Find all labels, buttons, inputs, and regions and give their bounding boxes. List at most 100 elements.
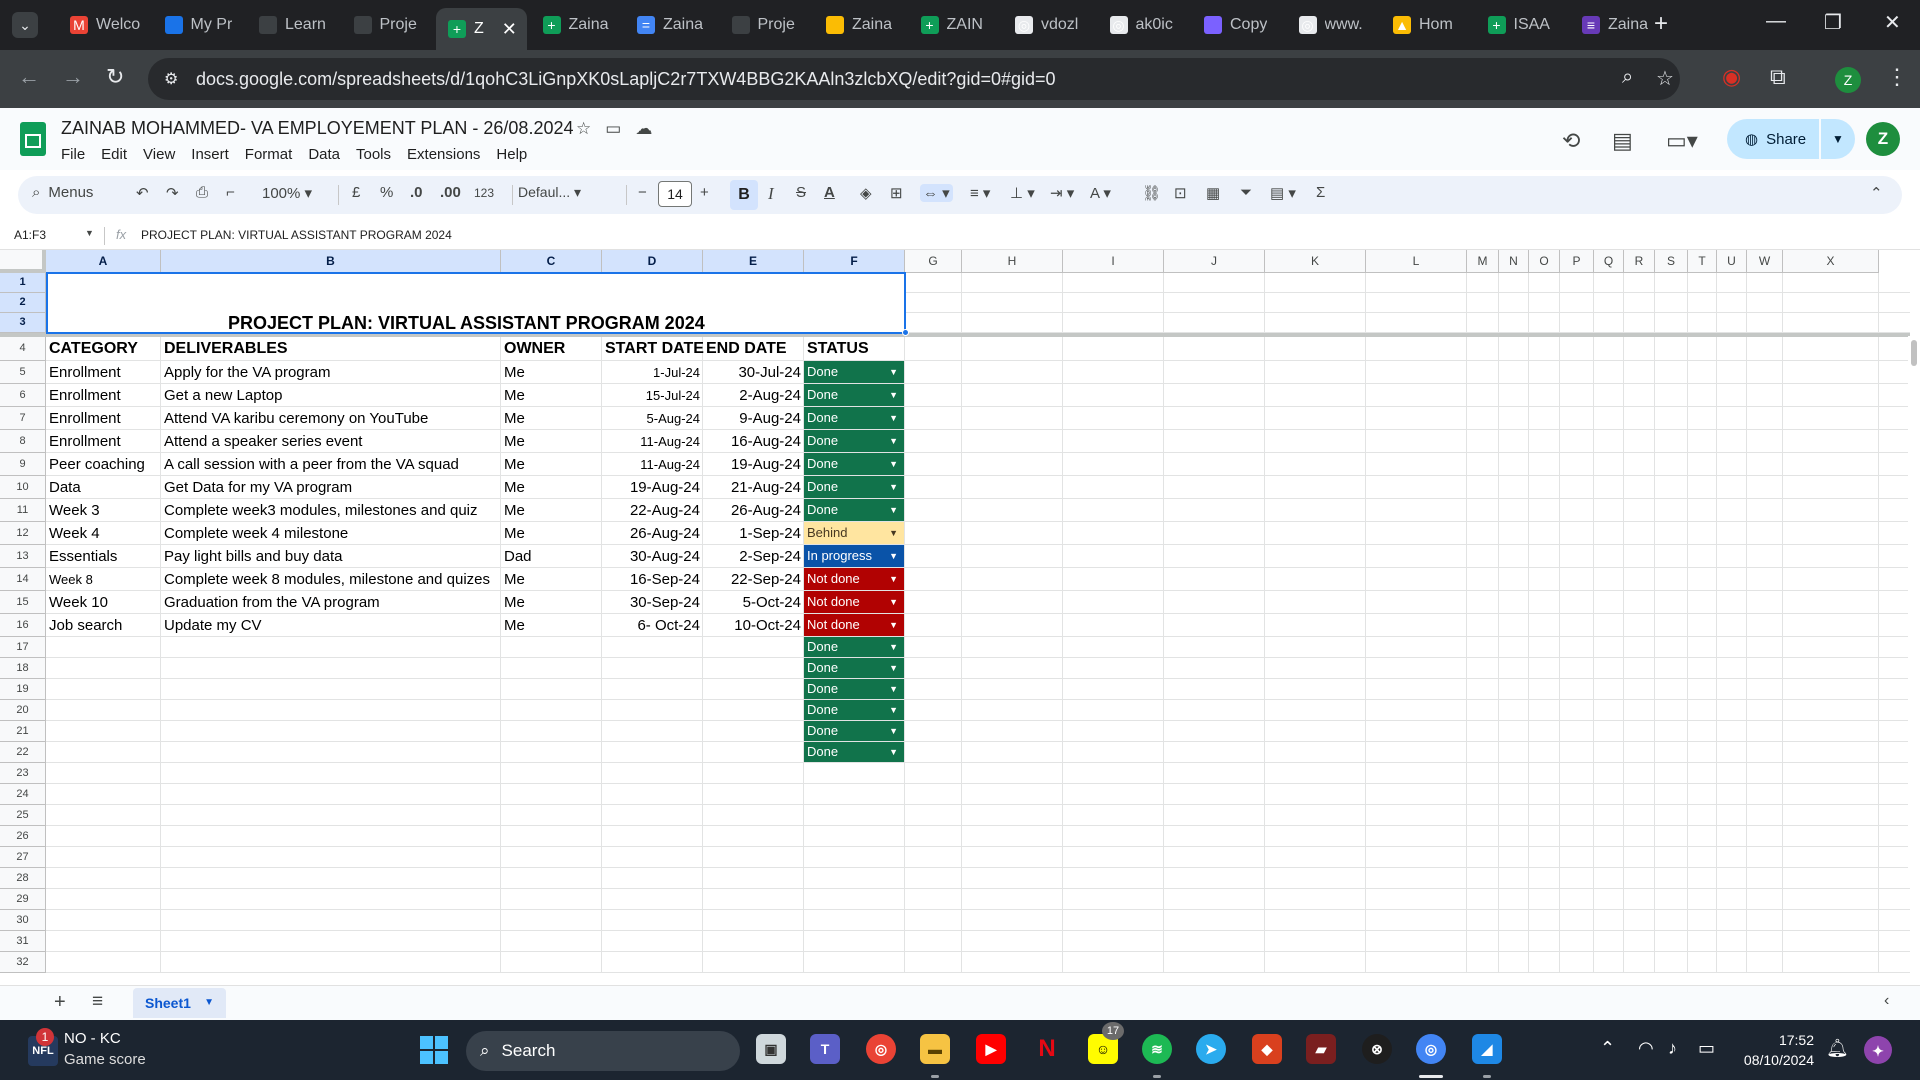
cell-end-date[interactable]: 30-Jul-24 (706, 361, 801, 384)
menus-search[interactable]: ⌕ Menus (32, 184, 93, 201)
cell-owner[interactable]: Me (504, 476, 599, 499)
minimize-icon[interactable]: — (1766, 10, 1786, 33)
cell-start-date[interactable]: 6- Oct-24 (605, 614, 700, 637)
browser-tab[interactable]: Learn (247, 8, 338, 42)
column-header[interactable]: X (1783, 250, 1879, 273)
dropdown-arrow-icon[interactable]: ▼ (889, 476, 898, 498)
dropdown-arrow-icon[interactable]: ▼ (889, 361, 898, 383)
close-tab-icon[interactable]: ✕ (502, 19, 517, 40)
browser-tab[interactable]: M Welco (58, 8, 149, 42)
status-dropdown[interactable]: Done ▼ (804, 407, 904, 429)
dropdown-arrow-icon[interactable]: ▼ (889, 721, 898, 741)
vertical-align-icon[interactable]: ⊥ ▾ (1010, 184, 1035, 202)
dropdown-arrow-icon[interactable]: ▼ (889, 591, 898, 613)
teams-icon[interactable]: T (810, 1034, 840, 1064)
strikethrough-button[interactable]: S (796, 184, 806, 201)
name-box[interactable]: A1:F3 (14, 228, 46, 242)
cell-owner[interactable]: Me (504, 430, 599, 453)
tab-search-button[interactable]: ⌄ (12, 12, 38, 38)
spotify-icon[interactable]: ≋ (1142, 1034, 1172, 1064)
menu-item-file[interactable]: File (61, 146, 85, 163)
cell-start-date[interactable]: 11-Aug-24 (605, 453, 700, 476)
column-header[interactable]: N (1499, 250, 1529, 273)
status-dropdown[interactable]: Done ▼ (804, 721, 904, 741)
column-header[interactable]: O (1529, 250, 1560, 273)
side-panel-toggle-icon[interactable]: ‹ (1884, 992, 1889, 1010)
row-header[interactable]: 5 (0, 361, 46, 384)
filter-icon[interactable]: ⏷ (1240, 184, 1252, 201)
cell-start-date[interactable]: 11-Aug-24 (605, 430, 700, 453)
browser-tab[interactable]: ◎ vdozl (1003, 8, 1094, 42)
dropdown-arrow-icon[interactable]: ▼ (889, 637, 898, 657)
site-info-icon[interactable]: ⚙ (164, 69, 178, 89)
row-header[interactable]: 32 (0, 952, 46, 973)
header-category[interactable]: CATEGORY (49, 336, 158, 361)
sheet-tab-sheet1[interactable]: Sheet1 ▼ (133, 988, 226, 1018)
fill-handle[interactable] (902, 329, 909, 336)
browser-tab[interactable]: My Pr (153, 8, 244, 42)
cell-end-date[interactable]: 2-Sep-24 (706, 545, 801, 568)
status-dropdown[interactable]: Done ▼ (804, 679, 904, 699)
row-header[interactable]: 19 (0, 679, 46, 700)
cell-start-date[interactable]: 16-Sep-24 (605, 568, 700, 591)
status-dropdown[interactable]: Done ▼ (804, 453, 904, 475)
meet-icon[interactable]: ▭▾ (1666, 128, 1698, 154)
column-header[interactable]: A (46, 250, 161, 273)
omnibox[interactable]: ⚙ docs.google.com/spreadsheets/d/1qohC3L… (148, 58, 1680, 100)
row-header[interactable]: 13 (0, 545, 46, 568)
cell-deliverable[interactable]: Complete week3 modules, milestones and q… (164, 499, 498, 522)
row-header[interactable]: 27 (0, 847, 46, 868)
cell-end-date[interactable]: 9-Aug-24 (706, 407, 801, 430)
notifications-icon[interactable]: 🔔︎ (1826, 1038, 1849, 1059)
header-status[interactable]: STATUS (807, 336, 902, 361)
game-app-icon[interactable]: ◆ (1252, 1034, 1282, 1064)
column-header[interactable]: W (1747, 250, 1783, 273)
cell-category[interactable]: Week 3 (49, 499, 158, 522)
cell-owner[interactable]: Me (504, 384, 599, 407)
cell-deliverable[interactable]: A call session with a peer from the VA s… (164, 453, 498, 476)
row-header[interactable]: 3 (0, 313, 46, 333)
cell-deliverable[interactable]: Get a new Laptop (164, 384, 498, 407)
cell-deliverable[interactable]: Complete week 4 milestone (164, 522, 498, 545)
column-header[interactable]: P (1560, 250, 1594, 273)
cell-owner[interactable]: Me (504, 361, 599, 384)
menu-item-help[interactable]: Help (496, 146, 527, 163)
dropdown-arrow-icon[interactable]: ▼ (889, 499, 898, 521)
decrease-font-size-icon[interactable]: − (638, 184, 647, 201)
row-header[interactable]: 15 (0, 591, 46, 614)
dropdown-arrow-icon[interactable]: ▼ (889, 568, 898, 590)
horizontal-scrollbar[interactable] (46, 973, 1906, 975)
header-owner[interactable]: OWNER (504, 336, 599, 361)
more-formats-button[interactable]: 123 (474, 186, 494, 200)
cell-end-date[interactable]: 26-Aug-24 (706, 499, 801, 522)
bold-button[interactable]: B (730, 180, 758, 210)
row-header[interactable]: 16 (0, 614, 46, 637)
paint-format-icon[interactable]: ⌐ (226, 184, 235, 201)
cell-owner[interactable]: Me (504, 614, 599, 637)
sheets-logo-icon[interactable] (20, 122, 46, 156)
wifi-icon[interactable]: ◠ (1638, 1038, 1654, 1059)
menu-item-view[interactable]: View (143, 146, 175, 163)
cell-deliverable[interactable]: Graduation from the VA program (164, 591, 498, 614)
dropdown-arrow-icon[interactable]: ▼ (889, 453, 898, 475)
collapse-toolbar-icon[interactable]: ⌃ (1870, 184, 1883, 202)
row-header[interactable]: 23 (0, 763, 46, 784)
insert-chart-icon[interactable]: ▦ (1206, 184, 1220, 202)
row-header[interactable]: 20 (0, 700, 46, 721)
browser-tab[interactable]: Proje (720, 8, 811, 42)
show-hidden-icons[interactable]: ⌃ (1600, 1038, 1615, 1059)
row-header[interactable]: 4 (0, 336, 46, 361)
cell-category[interactable]: Week 4 (49, 522, 158, 545)
volume-icon[interactable]: ♪ (1668, 1038, 1677, 1059)
cell-category[interactable]: Peer coaching (49, 453, 158, 476)
task-view-icon[interactable]: ▣ (756, 1034, 786, 1064)
cell-end-date[interactable]: 19-Aug-24 (706, 453, 801, 476)
bookmark-star-icon[interactable]: ☆ (1656, 66, 1674, 91)
status-dropdown[interactable]: Not done ▼ (804, 614, 904, 636)
url-text[interactable]: docs.google.com/spreadsheets/d/1qohC3LiG… (196, 69, 1056, 90)
insert-comment-icon[interactable]: ⊡ (1174, 184, 1187, 202)
cell-category[interactable]: Week 8 (49, 568, 158, 591)
status-dropdown[interactable]: Done ▼ (804, 658, 904, 678)
file-explorer-icon[interactable]: ▬ (920, 1034, 950, 1064)
column-header[interactable]: S (1655, 250, 1688, 273)
